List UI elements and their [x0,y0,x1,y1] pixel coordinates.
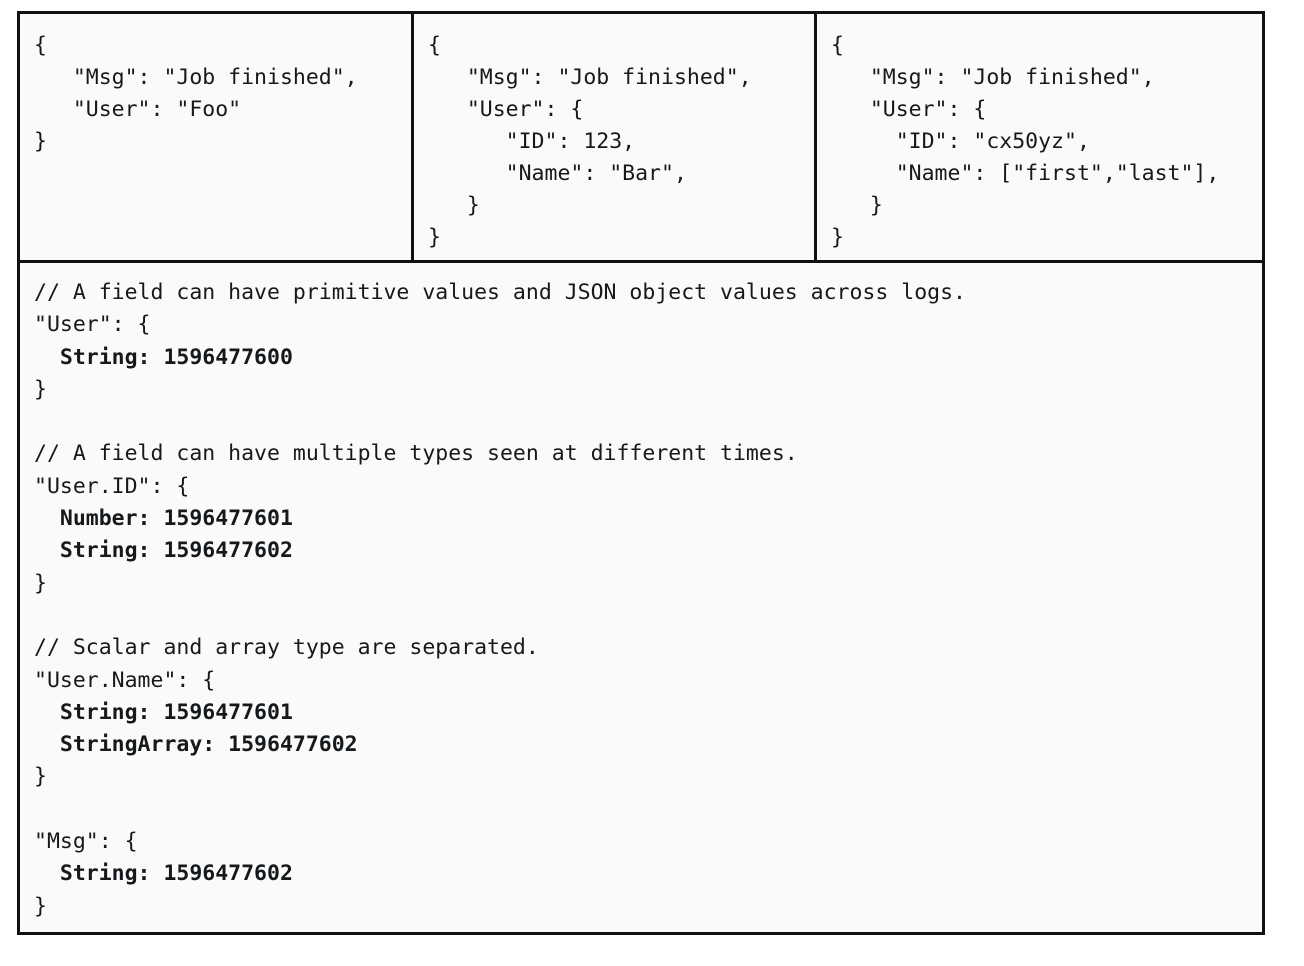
schema-field-name: "User.ID": { [34,473,190,499]
schema-block-user-name: // Scalar and array type are separated. … [34,632,1262,826]
schema-block-close: } [34,376,47,402]
schema-block-comment: // A field can have primitive values and… [34,280,966,305]
log-sample-code-1: { "Msg": "Job finished", "User": "Foo" } [34,33,358,154]
log-sample-panel-2: { "Msg": "Job finished", "User": { "ID":… [411,14,814,260]
schema-type-entry: Number: 1596477601 [59,506,293,532]
field-type-schema-panel: // A field can have primitive values and… [20,263,1262,932]
log-sample-code-3: { "Msg": "Job finished", "User": { "ID":… [831,33,1220,250]
schema-type-entry: String: 1596477602 [59,538,293,564]
schema-type-entry: String: 1596477602 [59,861,293,887]
schema-block-msg: "Msg": { String: 1596477602 } [34,826,1262,923]
schema-block-comment: // A field can have multiple types seen … [34,441,798,467]
schema-block-close: } [34,893,47,919]
log-samples-row: { "Msg": "Job finished", "User": "Foo" }… [20,14,1262,263]
log-sample-panel-3: { "Msg": "Job finished", "User": { "ID":… [814,14,1262,260]
schema-type-entry: String: 1596477600 [59,344,293,370]
schema-field-name: "User.Name": { [34,667,216,693]
schema-block-comment: // Scalar and array type are separated. [34,635,539,661]
schema-block-user-id: // A field can have multiple types seen … [34,438,1262,632]
schema-block-close: } [34,764,47,790]
schema-type-entry: StringArray: 1596477602 [59,732,358,758]
schema-block-user: // A field can have primitive values and… [34,277,1262,438]
log-sample-code-2: { "Msg": "Job finished", "User": { "ID":… [428,33,752,250]
schema-field-name: "User": { [34,312,151,338]
log-sample-panel-1: { "Msg": "Job finished", "User": "Foo" } [20,14,411,260]
log-schema-figure: { "Msg": "Job finished", "User": "Foo" }… [17,11,1265,935]
schema-type-entry: String: 1596477601 [59,699,293,725]
schema-field-name: "Msg": { [34,829,138,855]
schema-block-close: } [34,570,47,596]
